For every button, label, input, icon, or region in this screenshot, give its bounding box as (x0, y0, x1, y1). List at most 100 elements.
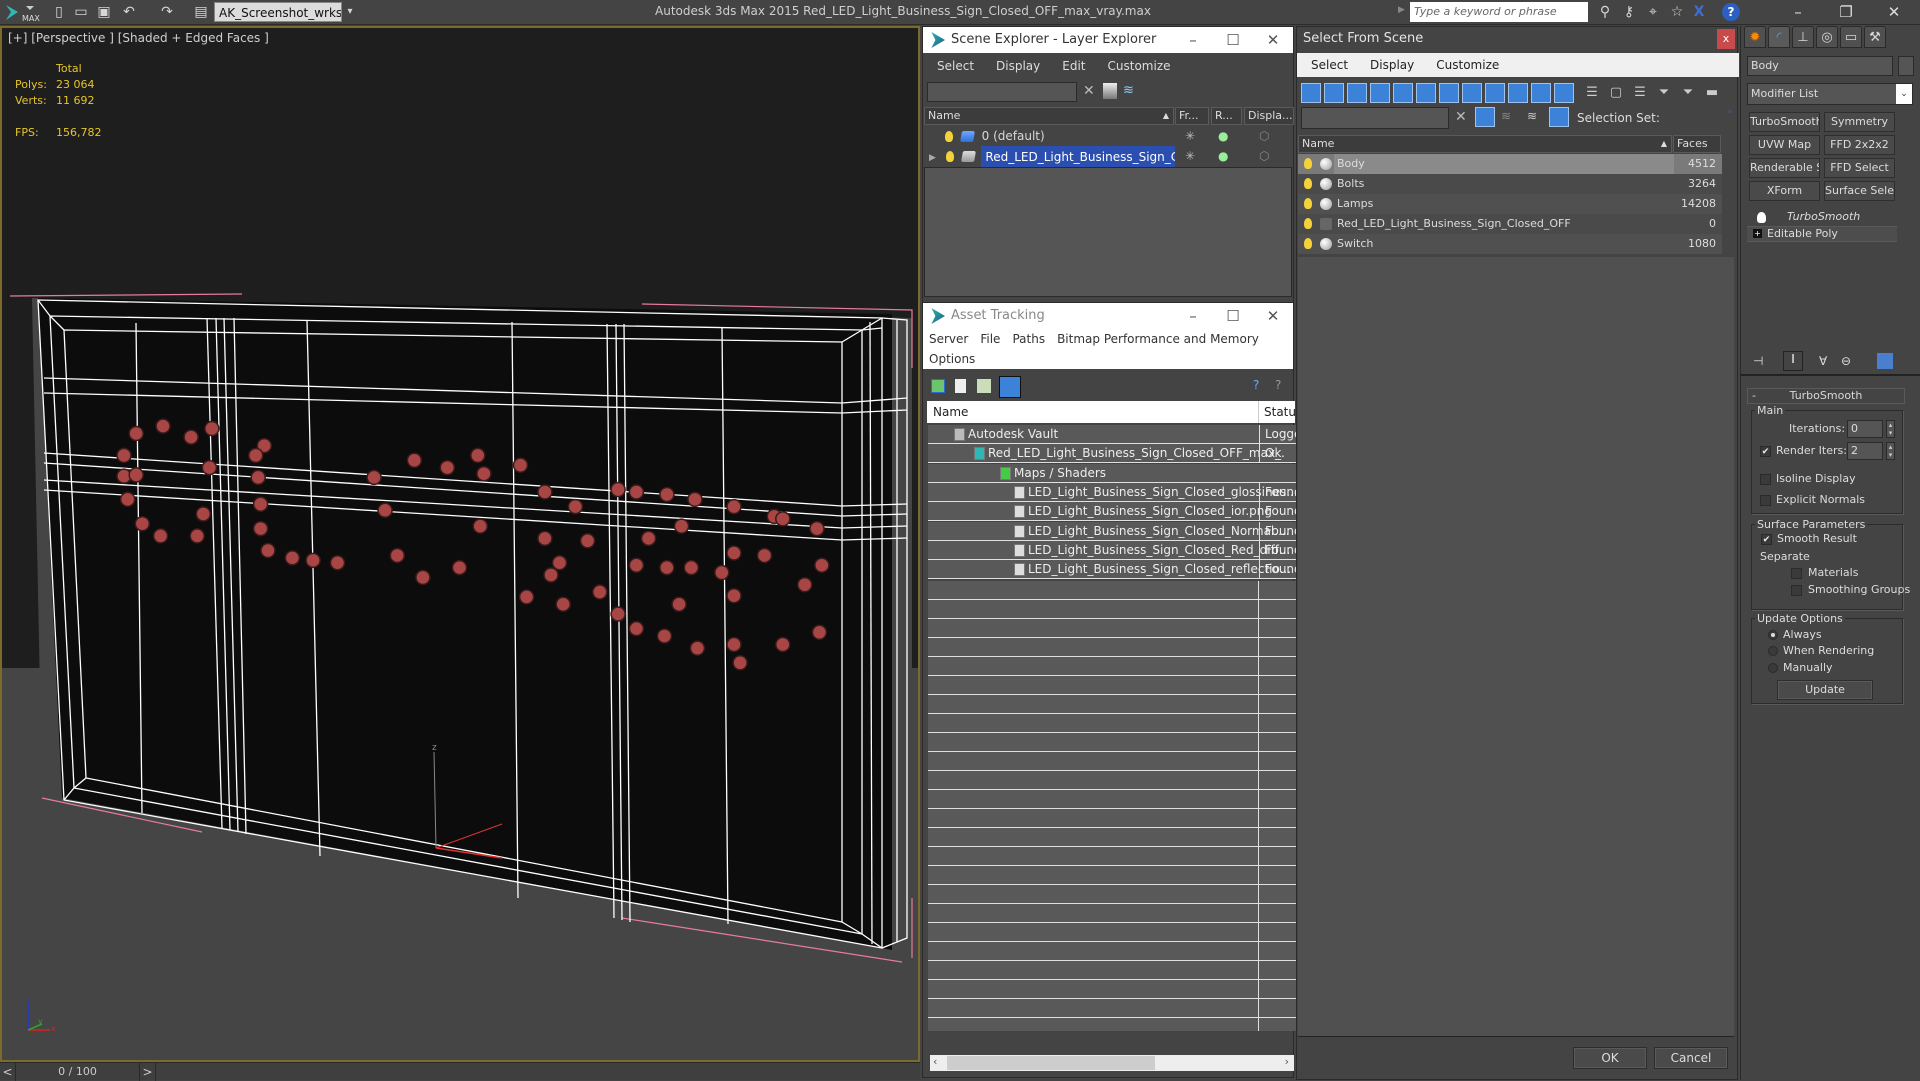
object-row[interactable]: Body 4512 (1298, 154, 1722, 174)
make-unique-icon[interactable]: ∀ (1819, 354, 1827, 368)
filter-toggle-icon[interactable] (1475, 107, 1495, 127)
helpers-filter-icon[interactable] (1393, 83, 1413, 103)
asset-tracking-titlebar[interactable]: Asset Tracking – ☐ ✕ (923, 303, 1293, 329)
symmetry-button[interactable]: Symmetry (1824, 112, 1895, 132)
menu-display[interactable]: Display (1356, 53, 1422, 77)
column-freeze[interactable]: Fr... (1175, 107, 1209, 125)
column-name[interactable]: Name ▲ (1298, 135, 1672, 153)
close-button[interactable]: x (1717, 29, 1735, 49)
layer-list-area[interactable] (924, 167, 1292, 297)
renderable-spline-button[interactable]: Renderable Spline (1749, 158, 1820, 178)
cameras-filter-icon[interactable] (1370, 83, 1390, 103)
utilities-tab-icon[interactable]: ⚒ (1864, 26, 1886, 48)
layer-row[interactable]: 0 (default) ✳ ● ⬡ (923, 126, 1293, 146)
column-name[interactable]: Name (933, 401, 968, 423)
filter-options-icon[interactable]: ⏷ (1678, 83, 1698, 103)
xrefs-filter-icon[interactable] (1462, 83, 1482, 103)
scroll-left-icon[interactable]: ‹ (933, 1055, 937, 1068)
object-row[interactable]: Bolts 3264 (1298, 174, 1722, 194)
close-button[interactable]: ✕ (1253, 303, 1293, 329)
menu-edit[interactable]: Edit (1048, 55, 1093, 77)
smooth-result-checkbox[interactable]: ✔ (1761, 534, 1772, 545)
column-display[interactable]: Displa... (1244, 107, 1294, 125)
menu-bitmap-performance[interactable]: Bitmap Performance and Memory (1051, 329, 1265, 349)
horizontal-scrollbar[interactable]: ‹ › (930, 1055, 1294, 1071)
scrollbar-thumb[interactable] (947, 1056, 1155, 1070)
update-manually-radio[interactable] (1768, 663, 1778, 673)
turbosmooth-button[interactable]: TurboSmooth (1749, 112, 1820, 132)
asset-row[interactable]: LED_Light_Business_Sign_Closed_ior.png Fo… (928, 502, 1299, 522)
menu-paths[interactable]: Paths (1006, 329, 1051, 349)
frame-counter[interactable]: 0 / 100 (16, 1063, 140, 1081)
undo-icon[interactable]: ↶ (120, 3, 138, 21)
remove-modifier-icon[interactable]: ⊖ (1841, 354, 1851, 368)
redo-icon[interactable]: ↷ (158, 3, 176, 21)
hierarchy-icon[interactable] (1549, 107, 1569, 127)
tree-view-icon[interactable] (977, 379, 991, 393)
ffd-select-button[interactable]: FFD Select (1824, 158, 1895, 178)
x-exchange-icon[interactable]: X (1690, 3, 1708, 21)
chevron-down-icon[interactable]: ⌄ (1896, 84, 1912, 104)
collapse-icon[interactable]: - (1752, 389, 1756, 403)
star-icon[interactable]: ☆ (1668, 3, 1686, 21)
add-to-layer-icon[interactable] (1103, 83, 1117, 99)
help-icon[interactable]: ? (1275, 378, 1281, 392)
light-bulb-icon[interactable] (1304, 158, 1312, 169)
refresh-icon[interactable] (931, 379, 945, 393)
modifier-stack[interactable]: TurboSmooth + Editable Poly (1747, 206, 1913, 356)
layers-icon[interactable]: ≋ (1527, 109, 1537, 123)
spacewarps-filter-icon[interactable] (1416, 83, 1436, 103)
column-name[interactable]: Name ▲ (924, 107, 1174, 125)
object-name-input[interactable]: Body (1747, 56, 1893, 76)
modifier-list-dropdown[interactable]: Modifier List ⌄ (1747, 83, 1913, 105)
display-box-icon[interactable]: ⬡ (1259, 146, 1269, 166)
asset-row[interactable]: LED_Light_Business_Sign_Closed_reflectio… (928, 560, 1299, 580)
sign-model-wireframe[interactable]: z (2, 258, 918, 978)
select-all-icon[interactable]: ☰ (1582, 83, 1602, 103)
satellite-icon[interactable]: ⌖ (1644, 3, 1662, 21)
display-box-icon[interactable]: ⬡ (1259, 126, 1269, 146)
materials-checkbox[interactable] (1791, 568, 1802, 579)
update-when-rendering-radio[interactable] (1768, 646, 1778, 656)
minimize-button[interactable]: – (1780, 1, 1816, 23)
select-none-icon[interactable]: ▢ (1606, 83, 1626, 103)
explicit-normals-checkbox[interactable] (1760, 495, 1771, 506)
close-button[interactable]: ✕ (1876, 1, 1912, 23)
scene-explorer-titlebar[interactable]: Scene Explorer - Layer Explorer – ☐ ✕ (923, 27, 1293, 53)
maximize-button[interactable]: ☐ (1213, 27, 1253, 53)
hierarchy-tab-icon[interactable]: ⊥ (1792, 26, 1814, 48)
object-row[interactable]: Switch 1080 (1298, 234, 1722, 254)
groups-filter-icon[interactable] (1439, 83, 1459, 103)
chevron-down-icon[interactable]: ▾ (344, 3, 356, 21)
columns-icon[interactable]: ▬ (1702, 83, 1722, 103)
asset-row[interactable]: LED_Light_Business_Sign_Closed_Normal...… (928, 521, 1299, 541)
lights-filter-icon[interactable] (1347, 83, 1367, 103)
pin-stack-icon[interactable]: ⊣ (1753, 354, 1763, 368)
motion-tab-icon[interactable]: ◎ (1816, 26, 1838, 48)
menu-display[interactable]: Display (982, 55, 1048, 77)
new-layer-icon[interactable]: ≋ (1123, 83, 1134, 98)
more-icon[interactable]: » (1727, 107, 1733, 117)
menu-customize[interactable]: Customize (1422, 53, 1507, 77)
xform-button[interactable]: XForm (1749, 181, 1820, 201)
object-row[interactable]: Red_LED_Light_Business_Sign_Closed_OFF 0 (1298, 214, 1722, 234)
expand-arrow-icon[interactable]: ▶ (929, 153, 936, 163)
asset-row[interactable]: LED_Light_Business_Sign_Closed_glossines… (928, 482, 1299, 502)
project-folder-icon[interactable]: ▤ (192, 3, 210, 21)
light-bulb-icon[interactable] (945, 151, 954, 162)
expand-arrow-icon[interactable]: ▶ (1398, 5, 1405, 15)
minimize-button[interactable]: – (1173, 303, 1213, 329)
open-icon[interactable]: ▭ (72, 3, 90, 21)
help-online-icon[interactable]: ? (1253, 378, 1259, 392)
geometry-filter-icon[interactable] (1301, 83, 1321, 103)
hidden-filter-icon[interactable] (1554, 83, 1574, 103)
menu-customize[interactable]: Customize (1094, 55, 1179, 77)
stack-item-editable-poly[interactable]: + Editable Poly (1747, 226, 1897, 242)
light-bulb-icon[interactable] (1304, 218, 1312, 229)
display-tab-icon[interactable]: ▭ (1840, 26, 1862, 48)
smoothing-groups-checkbox[interactable] (1791, 585, 1802, 596)
render-teapot-icon[interactable]: ● (1218, 146, 1228, 166)
iterations-input[interactable]: 0 (1847, 420, 1883, 438)
dialog-title[interactable]: Select From Scene (1297, 27, 1737, 51)
asset-row[interactable]: Autodesk Vault Logged (928, 425, 1299, 444)
